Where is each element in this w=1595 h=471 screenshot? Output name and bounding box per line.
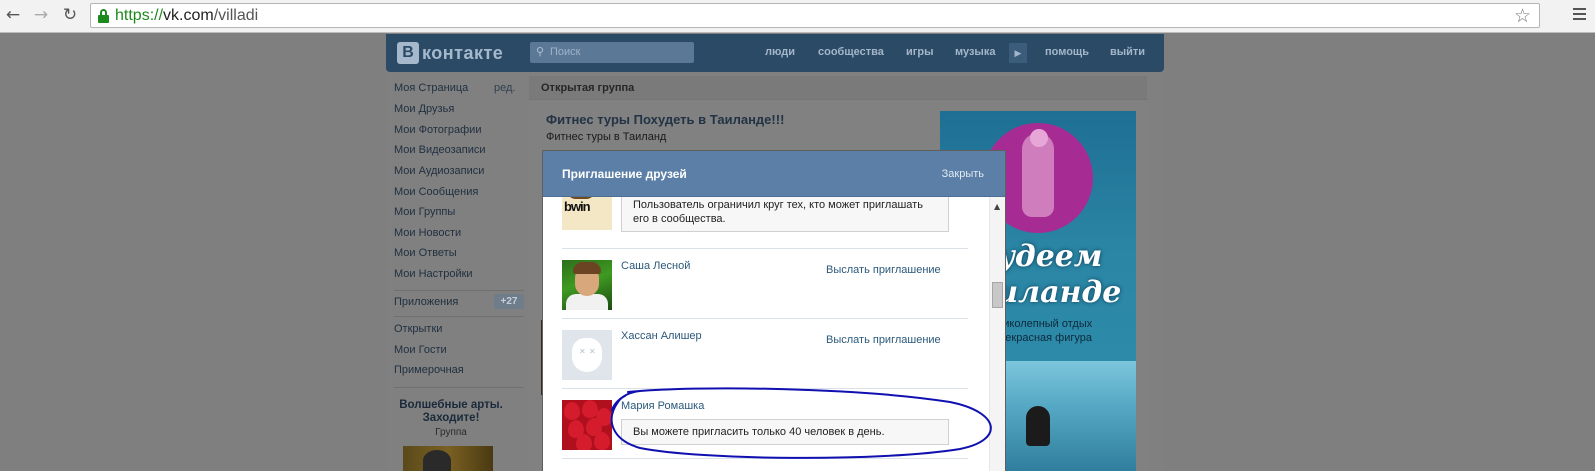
reload-icon[interactable]: ↻ [61,6,79,24]
restriction-notice: Пользователь ограничил круг тех, кто мож… [621,197,949,232]
lock-icon [98,9,109,23]
sidebar-item-answers[interactable]: Мои Ответы [394,247,457,259]
content-header: Открытая группа [529,76,1147,100]
avatar[interactable] [562,400,612,450]
nav-games[interactable]: игры [906,46,933,58]
nav-logout[interactable]: выйти [1110,46,1145,58]
logo-mark: В [397,42,419,64]
sidebar-item-friends[interactable]: Мои Друзья [394,103,454,115]
sidebar-divider [394,387,524,388]
sidebar-item-groups[interactable]: Мои Группы [394,206,455,218]
back-icon[interactable]: ← [4,6,22,24]
logo-word: контакте [422,42,504,63]
sidebar-divider [394,316,524,317]
sidebar-item-apps[interactable]: Приложения [394,296,458,308]
dialog-title: Приглашение друзей [562,167,687,181]
sidebar-item-guests[interactable]: Мои Гости [394,344,447,356]
scroll-up-icon[interactable]: ▲ [994,202,1000,211]
avatar[interactable] [562,260,612,310]
avatar[interactable]: bwin [562,197,612,230]
search-placeholder: Поиск [550,46,581,58]
forward-icon[interactable]: → [32,6,50,24]
browser-menu-icon[interactable] [1573,8,1586,23]
row-divider [562,318,968,319]
limit-notice: Вы можете пригласить только 40 человек в… [621,419,949,445]
dialog-header: Приглашение друзей Закрыть [543,151,1005,197]
edit-link[interactable]: ред. [494,82,515,94]
sidebar-item-photos[interactable]: Мои Фотографии [394,124,481,136]
play-icon[interactable]: ▶ [1009,43,1027,63]
nav-music[interactable]: музыка [955,46,995,58]
group-subtitle: Фитнес туры в Таиланд [546,131,667,143]
ad-person [1026,406,1050,446]
send-invite-link[interactable]: Выслать приглашение [826,334,941,346]
sidebar-item-audio[interactable]: Мои Аудиозаписи [394,165,484,177]
sidebar-divider [394,290,524,291]
ad-figure-head [1030,129,1048,147]
dialog-scrollbar[interactable]: ▲ [989,197,1005,471]
row-divider [562,248,968,249]
sidebar-item-settings[interactable]: Мои Настройки [394,268,473,280]
vk-logo[interactable]: В контакте [397,41,503,65]
avatar-placeholder-icon[interactable]: ✕ ✕ [562,330,612,380]
nav-people[interactable]: люди [765,46,795,58]
section-title: Открытая группа [541,82,635,94]
sidebar-item-my-page[interactable]: Моя Страница [394,82,468,94]
row-divider [562,458,968,459]
friend-name[interactable]: Хассан Алишер [621,330,702,342]
nav-communities[interactable]: сообщества [818,46,884,58]
url-text: https://vk.com/villadi [115,7,259,24]
close-button[interactable]: Закрыть [942,168,984,180]
invite-friends-dialog: Приглашение друзей Закрыть bwin Пользова… [543,151,1005,471]
site-header: В контакте ⚲ Поиск люди сообщества игры … [386,34,1164,72]
sidebar-item-videos[interactable]: Мои Видеозаписи [394,144,486,156]
search-input[interactable]: ⚲ Поиск [530,42,694,63]
browser-toolbar: ← → ↻ https://vk.com/villadi ☆ [0,0,1595,33]
dialog-body: bwin Пользователь ограничил круг тех, кт… [543,197,1005,471]
scroll-thumb[interactable] [992,282,1003,308]
apps-count-badge: +27 [494,294,524,309]
nav-help[interactable]: помощь [1045,46,1089,58]
promo-title[interactable]: Волшебные арты. Заходите! [392,399,510,425]
promo-subtitle: Группа [435,427,467,438]
sidebar-item-cards[interactable]: Открытки [394,323,442,335]
friend-name[interactable]: Саша Лесной [621,260,690,272]
bookmark-star-icon[interactable]: ☆ [1514,5,1531,27]
sidebar-item-news[interactable]: Мои Новости [394,227,461,239]
friend-name[interactable]: Мария Ромашка [621,400,704,412]
group-title: Фитнес туры Похудеть в Таиланде!!! [546,112,785,127]
address-bar[interactable]: https://vk.com/villadi ☆ [90,3,1540,28]
promo-image[interactable] [403,446,493,471]
sidebar-item-fitting[interactable]: Примерочная [394,364,464,376]
search-icon: ⚲ [536,45,545,58]
row-divider [562,388,968,389]
sidebar-item-messages[interactable]: Мои Сообщения [394,186,478,198]
send-invite-link[interactable]: Выслать приглашение [826,264,941,276]
